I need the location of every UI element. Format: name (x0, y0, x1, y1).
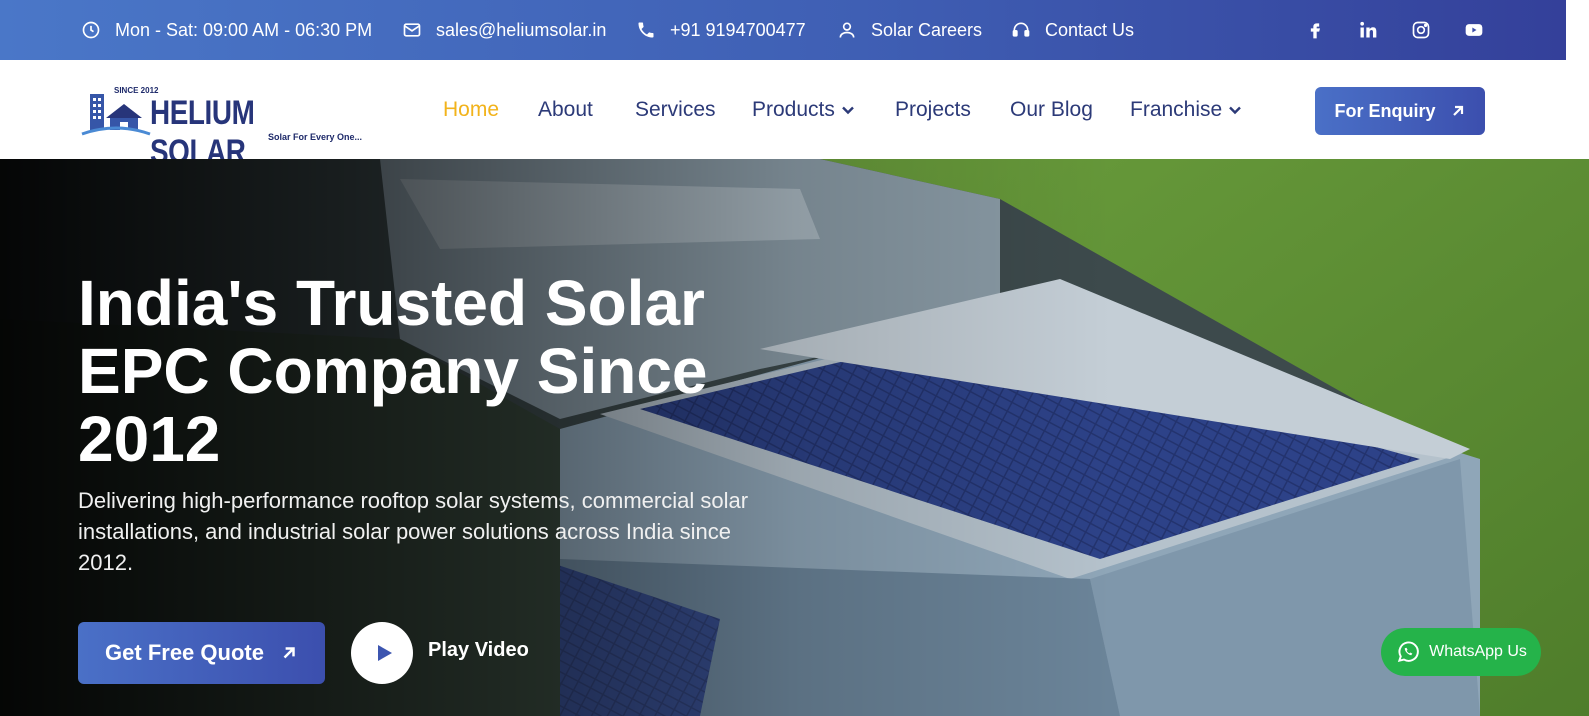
headset-icon (1010, 19, 1032, 41)
enquiry-button[interactable]: For Enquiry (1315, 87, 1485, 135)
instagram-icon[interactable] (1409, 18, 1433, 42)
contact-text[interactable]: Contact Us (1045, 20, 1134, 41)
nav-home[interactable]: Home (443, 60, 499, 159)
phone-link[interactable]: +91 9194700477 (635, 0, 806, 60)
chevron-down-icon (841, 103, 855, 117)
contact-link[interactable]: Contact Us (1010, 0, 1134, 60)
phone-icon (635, 19, 657, 41)
helium-solar-logo[interactable]: SINCE 2012 HELIUM SOLAR Solar For Every … (80, 82, 370, 171)
hero-title: India's Trusted Solar EPC Company Since … (78, 267, 708, 475)
logo-tagline: Solar For Every One... (268, 132, 363, 142)
arrow-up-right-icon (1452, 105, 1463, 116)
get-free-quote-button[interactable]: Get Free Quote (78, 622, 325, 684)
whatsapp-icon (1397, 641, 1419, 663)
hours-text: Mon - Sat: 09:00 AM - 06:30 PM (115, 19, 373, 40)
hero-subtitle: Delivering high-performance rooftop sola… (78, 488, 749, 575)
youtube-icon[interactable] (1462, 18, 1486, 42)
nav-products[interactable]: Products (752, 60, 855, 159)
linkedin-icon[interactable] (1356, 18, 1380, 42)
play-icon (378, 645, 392, 661)
nav-services[interactable]: Services (635, 60, 716, 159)
facebook-icon[interactable] (1303, 18, 1327, 42)
business-hours: Mon - Sat: 09:00 AM - 06:30 PM (80, 0, 372, 60)
nav-blog[interactable]: Our Blog (1010, 60, 1093, 159)
email-link[interactable]: sales@heliumsolar.in (401, 0, 606, 60)
phone-text[interactable]: +91 9194700477 (670, 20, 806, 41)
mail-icon (401, 19, 423, 41)
chevron-down-icon (1228, 103, 1242, 117)
user-icon (836, 19, 858, 41)
top-info-bar: Mon - Sat: 09:00 AM - 06:30 PM sales@hel… (0, 0, 1566, 60)
email-text[interactable]: sales@heliumsolar.in (436, 20, 606, 41)
hero-section: India's Trusted Solar EPC Company Since … (0, 159, 1589, 716)
whatsapp-button[interactable]: WhatsApp Us (1381, 628, 1541, 676)
play-video-label[interactable]: Play Video (428, 639, 529, 662)
nav-franchise[interactable]: Franchise (1130, 60, 1242, 159)
play-video-button[interactable] (351, 622, 413, 684)
nav-about[interactable]: About (538, 60, 593, 159)
clock-icon (80, 19, 102, 41)
arrow-up-right-icon (283, 647, 295, 659)
nav-projects[interactable]: Projects (895, 60, 971, 159)
careers-link[interactable]: Solar Careers (836, 0, 982, 60)
careers-text[interactable]: Solar Careers (871, 20, 982, 41)
